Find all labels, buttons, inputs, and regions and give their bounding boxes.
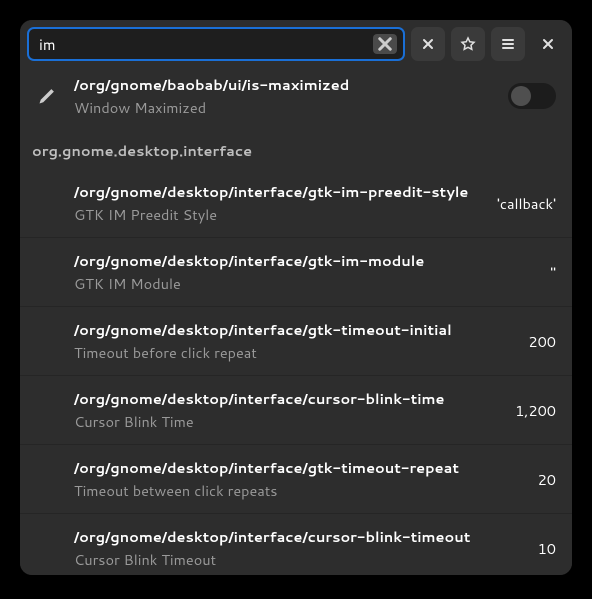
setting-row[interactable]: /org/gnome/baobab/ui/is-maximized Window… [20, 68, 572, 128]
close-search-button[interactable] [411, 27, 445, 61]
edit-icon [32, 86, 62, 106]
setting-info: /org/gnome/desktop/interface/gtk-timeout… [74, 457, 518, 501]
app-window: /org/gnome/baobab/ui/is-maximized Window… [20, 20, 572, 575]
setting-value: 1,200 [507, 400, 556, 421]
setting-desc: Cursor Blink Time [74, 411, 495, 432]
setting-desc: GTK IM Preedit Style [74, 204, 477, 225]
setting-row[interactable]: /org/gnome/desktop/interface/gtk-im-pree… [20, 169, 572, 237]
setting-value: 200 [520, 331, 556, 352]
setting-value: 20 [530, 469, 556, 490]
setting-value: '' [542, 262, 556, 283]
setting-info: /org/gnome/desktop/interface/cursor-blin… [74, 526, 518, 570]
headerbar [20, 20, 572, 68]
search-field-wrap [27, 27, 405, 61]
setting-info: /org/gnome/baobab/ui/is-maximized Window… [74, 74, 496, 118]
setting-info: /org/gnome/desktop/interface/gtk-im-modu… [74, 250, 530, 294]
setting-path: /org/gnome/desktop/interface/gtk-im-pree… [74, 181, 477, 202]
bookmark-button[interactable] [451, 27, 485, 61]
setting-desc: Window Maximized [74, 97, 496, 118]
setting-row[interactable]: /org/gnome/desktop/interface/gtk-im-modu… [20, 238, 572, 306]
setting-info: /org/gnome/desktop/interface/gtk-im-pree… [74, 181, 477, 225]
search-input[interactable] [39, 34, 373, 55]
setting-desc: Cursor Blink Timeout [74, 549, 518, 570]
setting-value: 10 [530, 538, 556, 559]
results-list: /org/gnome/baobab/ui/is-maximized Window… [20, 68, 572, 575]
setting-path: /org/gnome/desktop/interface/gtk-timeout… [74, 319, 508, 340]
setting-path: /org/gnome/desktop/interface/cursor-blin… [74, 388, 495, 409]
setting-value: 'callback' [489, 193, 556, 214]
setting-desc: GTK IM Module [74, 273, 530, 294]
clear-search-icon[interactable] [373, 34, 397, 54]
setting-path: /org/gnome/baobab/ui/is-maximized [74, 74, 496, 95]
toggle-switch[interactable] [508, 83, 556, 109]
setting-row[interactable]: /org/gnome/desktop/interface/cursor-blin… [20, 514, 572, 575]
setting-desc: Timeout between click repeats [74, 480, 518, 501]
setting-path: /org/gnome/desktop/interface/gtk-im-modu… [74, 250, 530, 271]
setting-info: /org/gnome/desktop/interface/cursor-blin… [74, 388, 495, 432]
setting-info: /org/gnome/desktop/interface/gtk-timeout… [74, 319, 508, 363]
setting-row[interactable]: /org/gnome/desktop/interface/cursor-blin… [20, 376, 572, 444]
setting-row[interactable]: /org/gnome/desktop/interface/gtk-timeout… [20, 307, 572, 375]
setting-path: /org/gnome/desktop/interface/gtk-timeout… [74, 457, 518, 478]
close-window-button[interactable] [531, 27, 565, 61]
group-header: org.gnome.desktop.interface [20, 128, 572, 169]
menu-button[interactable] [491, 27, 525, 61]
setting-path: /org/gnome/desktop/interface/cursor-blin… [74, 526, 518, 547]
setting-desc: Timeout before click repeat [74, 342, 508, 363]
setting-row[interactable]: /org/gnome/desktop/interface/gtk-timeout… [20, 445, 572, 513]
